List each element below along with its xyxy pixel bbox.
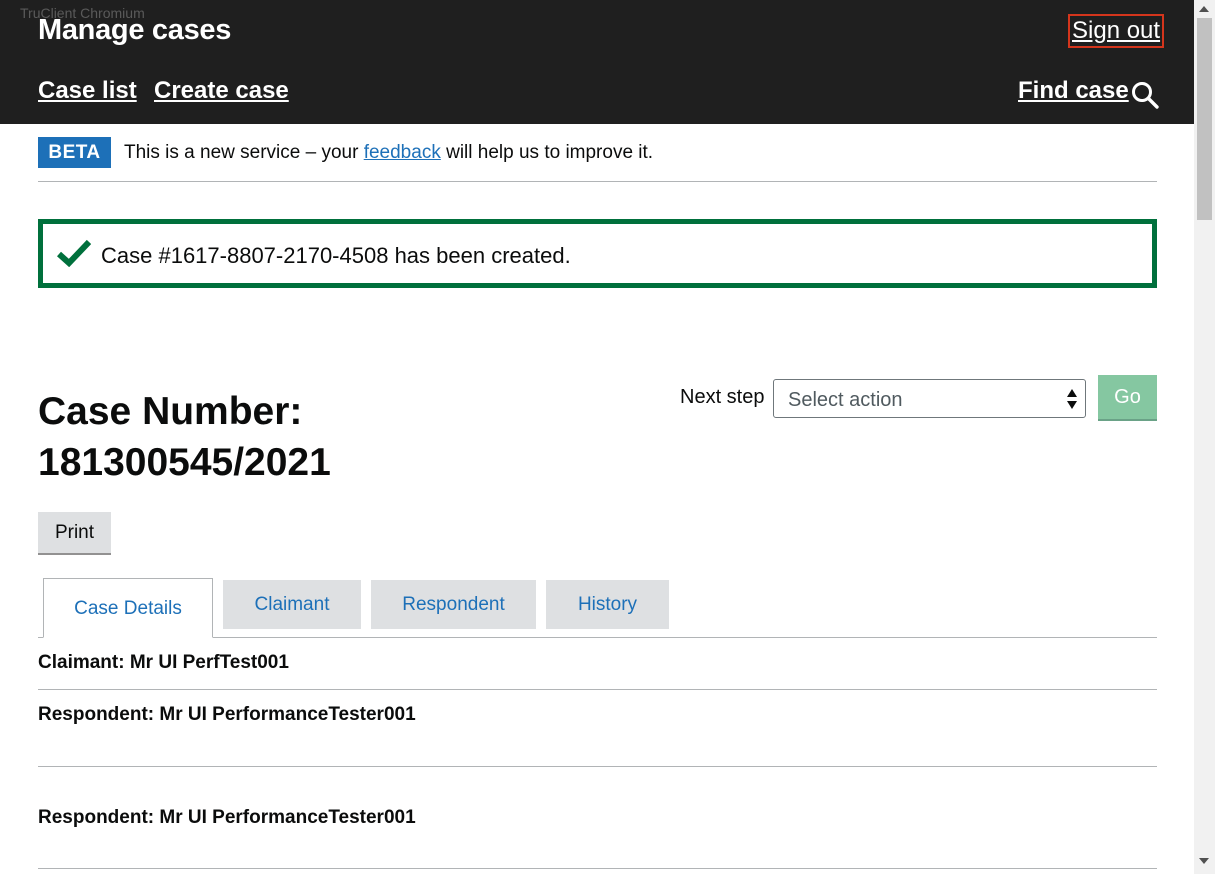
beta-text-before: This is a new service – your [124,142,364,163]
beta-banner-text: This is a new service – your feedback wi… [124,142,653,164]
search-icon[interactable] [1130,80,1160,110]
scroll-up-arrow-icon[interactable] [1199,6,1209,12]
select-value: Select action [788,389,903,411]
check-icon [57,239,91,267]
tab-history[interactable]: History [546,580,669,629]
nav-case-list[interactable]: Case list [38,77,137,105]
case-number: 181300545/2021 [38,441,331,484]
next-step-label: Next step [680,386,765,408]
claimant-detail: Claimant: Mr UI PerfTest001 [38,652,289,673]
detail-divider [38,766,1157,767]
page-title: Case Number: 181300545/2021 [38,386,331,488]
print-button[interactable]: Print [38,512,111,553]
nav-find-case[interactable]: Find case [1018,77,1129,105]
scrollbar-thumb[interactable] [1197,18,1212,220]
nav-create-case[interactable]: Create case [154,77,289,105]
detail-divider [38,689,1157,690]
beta-text-after: will help us to improve it. [440,142,654,163]
success-alert: Case #1617-8807-2170-4508 has been creat… [38,219,1157,288]
beta-divider [38,181,1157,182]
case-title-line1: Case Number: [38,390,303,433]
sign-out-link[interactable]: Sign out [1067,14,1165,48]
go-button[interactable]: Go [1098,375,1157,419]
site-header: TruClient Chromium Manage cases Sign out… [0,0,1194,124]
alert-message: Case #1617-8807-2170-4508 has been creat… [101,243,571,268]
respondent-detail: Respondent: Mr UI PerformanceTester001 [38,704,416,725]
respondent-detail: Respondent: Mr UI PerformanceTester001 [38,807,416,828]
feedback-link[interactable]: feedback [364,142,441,163]
detail-divider [38,868,1157,869]
scrollbar[interactable] [1194,0,1215,874]
tab-claimant[interactable]: Claimant [223,580,361,629]
scroll-down-arrow-icon[interactable] [1199,858,1209,864]
tab-respondent[interactable]: Respondent [371,580,536,629]
beta-tag: BETA [38,137,111,168]
page: TruClient Chromium Manage cases Sign out… [0,0,1194,874]
service-name[interactable]: Manage cases [38,14,231,47]
next-step-select[interactable]: Select action [773,379,1086,418]
tab-case-details[interactable]: Case Details [43,578,213,638]
select-arrows-icon [1067,389,1077,409]
